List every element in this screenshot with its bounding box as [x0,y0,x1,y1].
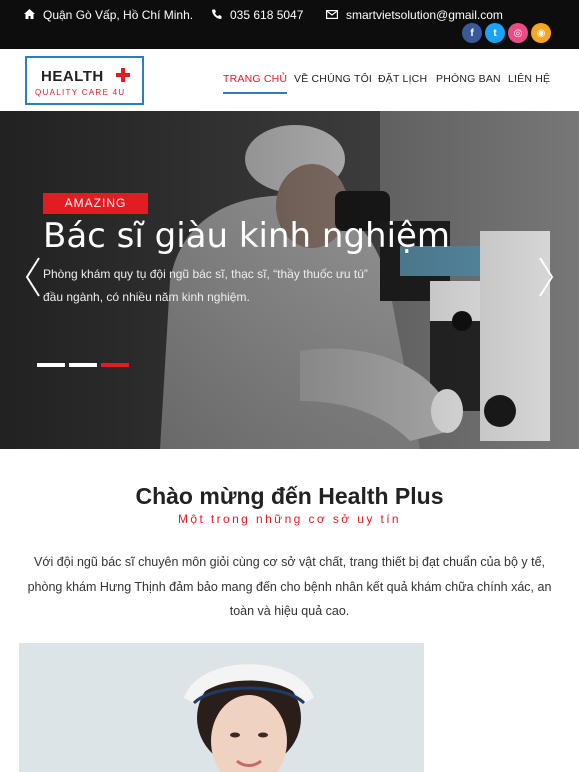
envelope-icon [326,8,339,22]
slider-dot[interactable] [69,363,97,367]
nav-item-home[interactable]: TRANG CHỦ [223,73,288,94]
social-links: f t ◎ ◉ [462,23,551,43]
nav-item-booking[interactable]: ĐẶT LỊCH [378,73,427,85]
nav-item-contact[interactable]: LIÊN HỆ [508,73,550,85]
slider-indicators [37,363,129,367]
phone-icon [212,8,222,22]
home-icon [24,8,35,22]
welcome-subtitle: Một trong những cơ sở uy tín [177,512,402,526]
slider-prev-arrow-icon[interactable] [25,257,41,297]
site-logo[interactable]: HEALTH QUALITY CARE 4U [25,56,144,105]
slider-next-arrow-icon[interactable] [538,257,554,297]
slider-dot[interactable] [101,363,129,367]
top-bar: Quận Gò Vấp, Hồ Chí Minh. 035 618 5047 s… [0,0,579,49]
phone-text: 035 618 5047 [230,8,304,22]
email-info[interactable]: smartvietsolution@gmail.com [326,8,503,22]
nav-item-about[interactable]: VỀ CHÚNG TÔI [294,73,372,85]
address-info: Quận Gò Vấp, Hồ Chí Minh. [24,8,193,22]
medical-cross-icon [116,68,130,82]
address-text: Quận Gò Vấp, Hồ Chí Minh. [43,8,194,22]
site-header: HEALTH QUALITY CARE 4U TRANG CHỦ VỀ CHÚN… [0,49,579,111]
welcome-text: Với đội ngũ bác sĩ chuyên môn giỏi cùng … [27,555,552,618]
dribbble-icon[interactable]: ◎ [508,23,528,43]
phone-info[interactable]: 035 618 5047 [212,8,303,22]
logo-title: HEALTH [41,68,104,85]
hero-slider: AMAZING Bác sĩ giàu kinh nghiệm Phòng kh… [0,111,579,449]
hero-description: Phòng khám quy tụ đội ngũ bác sĩ, thạc s… [43,267,368,304]
slider-dot[interactable] [37,363,65,367]
twitter-icon[interactable]: t [485,23,505,43]
logo-tagline: QUALITY CARE 4U [35,88,126,97]
nav-item-departments[interactable]: PHÒNG BAN [436,73,501,85]
rss-icon[interactable]: ◉ [531,23,551,43]
hero-badge: AMAZING [43,193,148,214]
nurse-photo [19,643,424,772]
welcome-title: Chào mừng đến Health Plus [135,483,444,509]
hero-title: Bác sĩ giàu kinh nghiệm [43,216,451,256]
facebook-icon[interactable]: f [462,23,482,43]
email-text: smartvietsolution@gmail.com [346,8,503,22]
